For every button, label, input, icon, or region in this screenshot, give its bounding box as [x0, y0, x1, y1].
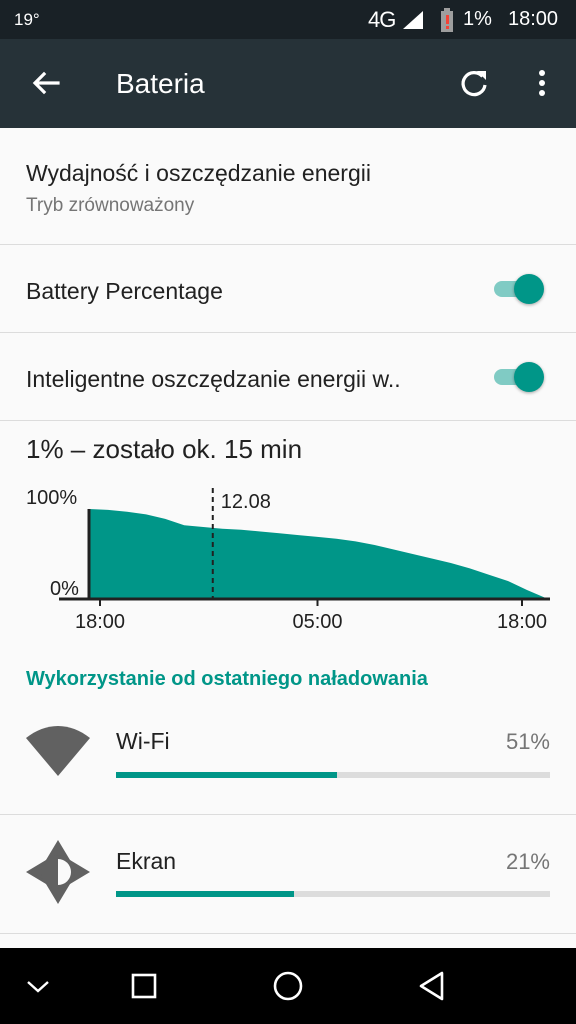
- arrow-back-icon[interactable]: [24, 61, 68, 105]
- divider: [0, 933, 576, 934]
- divider: [0, 420, 576, 421]
- pref-smart-saving-title: Inteligentne oszczędzanie energii w..: [26, 366, 401, 392]
- brightness-icon: [26, 840, 90, 904]
- back-icon[interactable]: [408, 962, 456, 1010]
- status-temperature: 19°: [14, 10, 40, 29]
- chart-date-marker-label: 12.08: [221, 491, 271, 513]
- chart-x-tick-label: 18:00: [497, 611, 547, 633]
- pref-battery-percentage-title: Battery Percentage: [26, 278, 223, 304]
- refresh-icon[interactable]: [452, 61, 496, 105]
- navigation-bar: [0, 948, 576, 1024]
- battery-history-chart[interactable]: 12.08 100% 0% 18:00 05:00 18:00: [0, 480, 576, 640]
- battery-alert-icon: [441, 8, 453, 32]
- usage-section-header: Wykorzystanie od ostatniego naładowania: [26, 668, 428, 690]
- wifi-icon: [26, 726, 90, 776]
- chart-y-tick-0: 0%: [50, 578, 79, 600]
- usage-item-name: Ekran: [116, 848, 177, 874]
- usage-item-percent: 51%: [505, 729, 550, 754]
- toolbar: Bateria: [0, 39, 576, 128]
- status-bar: 19° 4G 1% 18:00: [0, 0, 576, 39]
- usage-progress-fill: [116, 772, 338, 778]
- usage-item-percent: 21%: [505, 849, 550, 874]
- pref-battery-percentage[interactable]: Battery Percentage: [0, 245, 576, 332]
- usage-progress-fill: [116, 891, 294, 897]
- chevron-down-icon[interactable]: [14, 962, 62, 1010]
- chart-x-ticks: 18:00 05:00 18:00: [75, 599, 547, 633]
- battery-summary: 1% – zostało ok. 15 min: [26, 434, 303, 464]
- pref-smart-saving[interactable]: Inteligentne oszczędzanie energii w..: [0, 333, 576, 420]
- smart-saving-switch[interactable]: [494, 360, 548, 394]
- chart-y-tick-100: 100%: [26, 487, 77, 509]
- page-title: Bateria: [116, 68, 205, 99]
- battery-percentage-switch[interactable]: [494, 272, 548, 306]
- switch-thumb: [514, 274, 544, 304]
- recents-icon[interactable]: [120, 962, 168, 1010]
- pref-performance-title: Wydajność i oszczędzanie energii: [26, 160, 371, 186]
- usage-progress-bar: [116, 891, 550, 897]
- switch-thumb: [514, 362, 544, 392]
- status-time: 18:00: [508, 8, 559, 30]
- status-network: 4G: [368, 7, 396, 32]
- battery-level-area: [89, 509, 546, 599]
- chart-x-tick-label: 05:00: [292, 611, 342, 633]
- usage-item-name: Wi-Fi: [116, 728, 170, 754]
- usage-progress-bar: [116, 772, 550, 778]
- chart-x-tick-label: 18:00: [75, 611, 125, 633]
- more-vert-icon[interactable]: [520, 61, 564, 105]
- status-battery-percent: 1%: [463, 8, 492, 30]
- pref-performance-summary: Tryb zrównoważony: [26, 195, 195, 216]
- signal-icon: [403, 11, 423, 29]
- usage-item-wifi[interactable]: Wi-Fi 51%: [0, 700, 576, 814]
- home-icon[interactable]: [264, 962, 312, 1010]
- pref-performance[interactable]: Wydajność i oszczędzanie energii Tryb zr…: [0, 128, 576, 244]
- usage-item-screen[interactable]: Ekran 21%: [0, 815, 576, 933]
